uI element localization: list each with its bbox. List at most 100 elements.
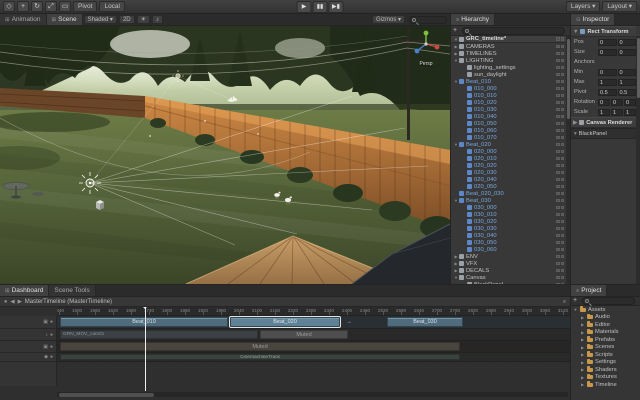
rotate-tool-icon[interactable]: ↻ bbox=[31, 1, 43, 12]
visibility-toggle-icon[interactable] bbox=[556, 115, 560, 119]
project-folder-row[interactable]: ▶Prefabs bbox=[571, 336, 637, 344]
pick-toggle-icon[interactable] bbox=[561, 101, 565, 105]
visibility-toggle-icon[interactable] bbox=[556, 276, 560, 280]
prev-frame-icon[interactable]: ◀ bbox=[10, 299, 14, 305]
visibility-toggle-icon[interactable] bbox=[556, 73, 560, 77]
record-icon[interactable]: ● bbox=[50, 354, 53, 360]
layout-dropdown[interactable]: Layout ▾ bbox=[602, 1, 637, 12]
track-lane[interactable]: GRN_MOV_cam01Muted bbox=[57, 329, 570, 341]
tab-scene-tools[interactable]: Scene Tools bbox=[49, 285, 95, 296]
visibility-toggle-icon[interactable] bbox=[556, 171, 560, 175]
visibility-toggle-icon[interactable] bbox=[556, 248, 560, 252]
pick-toggle-icon[interactable] bbox=[561, 136, 565, 140]
audio-toggle-icon[interactable]: ♪ bbox=[152, 15, 163, 24]
hierarchy-row[interactable]: 010_010 bbox=[451, 92, 566, 99]
visibility-toggle-icon[interactable] bbox=[556, 178, 560, 182]
visibility-toggle-icon[interactable] bbox=[556, 192, 560, 196]
field-value[interactable]: 0 bbox=[611, 99, 623, 106]
timeline-clip[interactable]: Beat_010 bbox=[60, 317, 228, 327]
pick-toggle-icon[interactable] bbox=[561, 73, 565, 77]
expand-arrow-icon[interactable]: ▼ bbox=[573, 307, 578, 312]
hierarchy-row[interactable]: ▶VFX bbox=[451, 260, 566, 267]
hierarchy-row[interactable]: ▼Beat_020 bbox=[451, 141, 566, 148]
project-folder-row[interactable]: ▶Timeline bbox=[571, 381, 637, 389]
rect-transform-header[interactable]: ▼ Rect Transform bbox=[571, 26, 636, 37]
hierarchy-row[interactable]: ▶TIMELINES bbox=[451, 50, 566, 57]
persp-label[interactable]: Persp bbox=[406, 61, 446, 67]
scrollbar-thumb[interactable] bbox=[59, 393, 154, 397]
tab-scene[interactable]: ⊞ Scene bbox=[47, 14, 83, 25]
project-folder-row[interactable]: ▼Assets bbox=[571, 306, 637, 314]
pick-toggle-icon[interactable] bbox=[561, 94, 565, 98]
lighting-toggle-icon[interactable]: ☀ bbox=[137, 15, 150, 24]
timeline-clip[interactable]: GRN_MOV_cam01 bbox=[60, 330, 258, 339]
record-icon[interactable]: ● bbox=[50, 344, 53, 350]
expand-arrow-icon[interactable]: ▶ bbox=[580, 375, 585, 380]
tab-project[interactable]: ≡ Project bbox=[571, 285, 607, 296]
orientation-gizmo[interactable]: Persp bbox=[406, 28, 446, 67]
scale-tool-icon[interactable]: ⤢ bbox=[45, 1, 57, 12]
pivot-toggle[interactable]: Pivot bbox=[73, 1, 97, 12]
hierarchy-row[interactable]: 030_010 bbox=[451, 211, 566, 218]
expand-arrow-icon[interactable]: ▶ bbox=[580, 345, 585, 350]
next-frame-icon[interactable]: ▶ bbox=[18, 299, 22, 305]
hierarchy-row[interactable]: 010_000 bbox=[451, 85, 566, 92]
visibility-toggle-icon[interactable] bbox=[556, 227, 560, 231]
visibility-toggle-icon[interactable] bbox=[556, 157, 560, 161]
hierarchy-row[interactable]: ▶DECALS bbox=[451, 267, 566, 274]
pick-toggle-icon[interactable] bbox=[561, 241, 565, 245]
pick-toggle-icon[interactable] bbox=[561, 80, 565, 84]
hierarchy-row[interactable]: 010_050 bbox=[451, 120, 566, 127]
hierarchy-row[interactable]: lighting_settings bbox=[451, 64, 566, 71]
visibility-toggle-icon[interactable] bbox=[556, 108, 560, 112]
project-folder-row[interactable]: ▶Shaders bbox=[571, 366, 637, 374]
visibility-toggle-icon[interactable] bbox=[556, 241, 560, 245]
scene-search-input[interactable] bbox=[409, 16, 447, 24]
local-toggle[interactable]: Local bbox=[99, 1, 125, 12]
inspector-scrollbar[interactable] bbox=[636, 36, 640, 284]
hierarchy-row[interactable]: 020_000 bbox=[451, 148, 566, 155]
hierarchy-row[interactable]: sun_daylight bbox=[451, 71, 566, 78]
project-folder-row[interactable]: ▶Audio bbox=[571, 314, 637, 322]
track-header[interactable]: ♪● bbox=[0, 329, 56, 341]
shaded-dropdown[interactable]: Shaded ▾ bbox=[84, 15, 117, 24]
hierarchy-row[interactable]: 030_040 bbox=[451, 232, 566, 239]
project-folder-row[interactable]: ▶Materials bbox=[571, 329, 637, 337]
visibility-toggle-icon[interactable] bbox=[556, 66, 560, 70]
hierarchy-row[interactable]: ▼Beat_030 bbox=[451, 197, 566, 204]
pick-toggle-icon[interactable] bbox=[561, 234, 565, 238]
visibility-toggle-icon[interactable] bbox=[556, 143, 560, 147]
pick-toggle-icon[interactable] bbox=[561, 45, 565, 49]
field-value[interactable]: 0 bbox=[618, 69, 637, 76]
visibility-toggle-icon[interactable] bbox=[556, 101, 560, 105]
hierarchy-row[interactable]: 020_050 bbox=[451, 183, 566, 190]
pause-button[interactable]: ▮▮ bbox=[313, 1, 328, 13]
hierarchy-row[interactable]: 010_070 bbox=[451, 134, 566, 141]
gizmos-dropdown[interactable]: Gizmos ▾ bbox=[372, 15, 405, 24]
hierarchy-row[interactable]: ▶CAMERAS bbox=[451, 43, 566, 50]
rect-tool-icon[interactable]: ▭ bbox=[59, 1, 71, 12]
visibility-toggle-icon[interactable] bbox=[556, 269, 560, 273]
visibility-toggle-icon[interactable] bbox=[556, 262, 560, 266]
pick-toggle-icon[interactable] bbox=[561, 108, 565, 112]
visibility-toggle-icon[interactable] bbox=[556, 164, 560, 168]
pick-toggle-icon[interactable] bbox=[561, 143, 565, 147]
scene-viewport[interactable]: Persp bbox=[0, 26, 450, 284]
timeline-clip[interactable]: Beat_030 bbox=[387, 317, 463, 327]
track-lane[interactable]: Beat_010Beat_020→Beat_030 bbox=[57, 316, 570, 329]
expand-arrow-icon[interactable]: ▶ bbox=[580, 367, 585, 372]
field-value[interactable]: 0 bbox=[598, 49, 617, 56]
visibility-toggle-icon[interactable] bbox=[556, 87, 560, 91]
visibility-toggle-icon[interactable] bbox=[556, 45, 560, 49]
hierarchy-row[interactable]: 020_020 bbox=[451, 162, 566, 169]
field-value[interactable]: 0 bbox=[598, 39, 617, 46]
hand-tool-icon[interactable]: ◇ bbox=[3, 1, 15, 12]
expand-arrow-icon[interactable]: ▶ bbox=[580, 337, 585, 342]
hierarchy-row[interactable]: ▼GRC_timeline* bbox=[451, 36, 566, 43]
visibility-toggle-icon[interactable] bbox=[556, 37, 560, 41]
field-value[interactable]: 1 bbox=[598, 79, 617, 86]
hierarchy-row[interactable]: 030_030 bbox=[451, 225, 566, 232]
pick-toggle-icon[interactable] bbox=[561, 171, 565, 175]
visibility-toggle-icon[interactable] bbox=[556, 206, 560, 210]
move-tool-icon[interactable]: + bbox=[17, 1, 29, 12]
